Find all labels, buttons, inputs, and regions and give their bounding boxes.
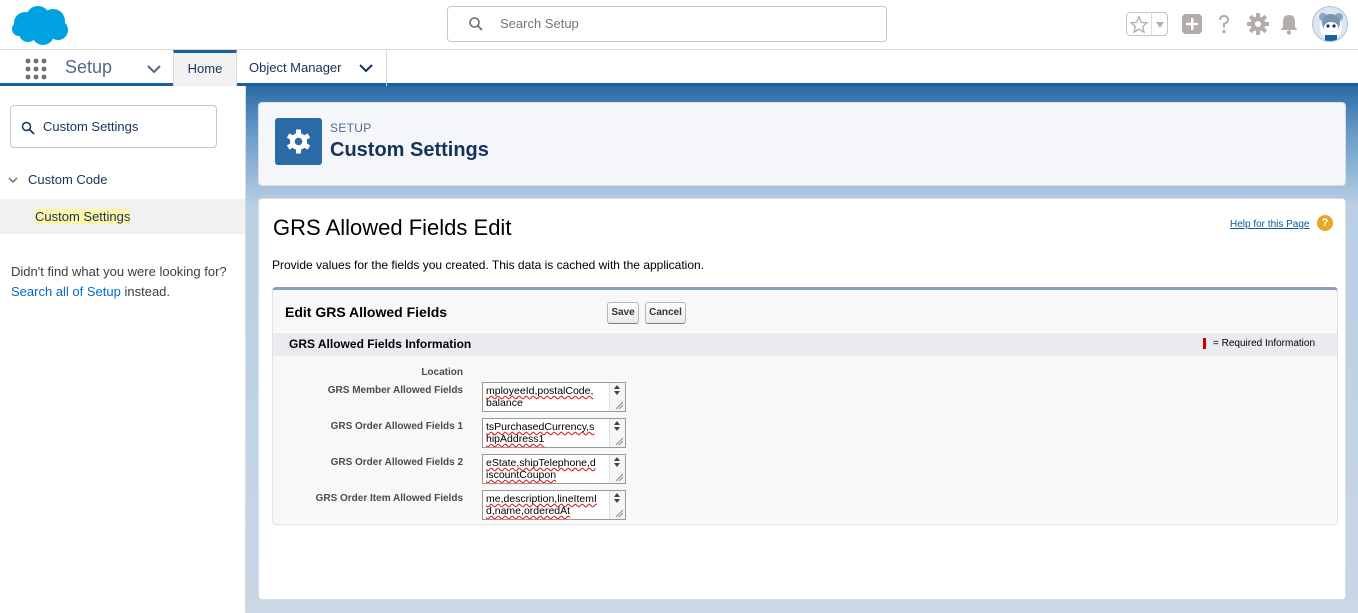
order-allowed-fields-2-textarea[interactable]: eState,shipTelephone,d iscountCoupon (482, 454, 626, 484)
textarea-content: me,description,lineItemI d,name,orderedA… (486, 493, 608, 517)
field-label-location: Location (421, 367, 463, 378)
star-icon (1129, 15, 1149, 34)
notifications-bell-icon[interactable] (1277, 12, 1301, 36)
salesforce-logo[interactable] (10, 5, 70, 47)
order-item-allowed-fields-textarea[interactable]: me,description,lineItemI d,name,orderedA… (482, 490, 626, 520)
textarea-content: eState,shipTelephone,d iscountCoupon (486, 457, 608, 481)
tab-object-manager-label: Object Manager (249, 60, 342, 75)
edit-page-title: GRS Allowed Fields Edit (273, 215, 512, 240)
tree-item-custom-code[interactable]: Custom Code (8, 172, 107, 187)
required-legend: = Required Information (1213, 338, 1316, 349)
field-label-order-allowed-1: GRS Order Allowed Fields 1 (330, 421, 463, 432)
help-question-icon[interactable]: ? (1317, 215, 1333, 231)
textarea-content: tsPurchasedCurrency,s hipAddress1 (486, 421, 608, 445)
app-name: Setup (65, 57, 113, 77)
chevron-down-icon[interactable] (359, 63, 373, 73)
page-title: Custom Settings (330, 139, 489, 161)
required-indicator (1203, 338, 1206, 349)
textarea-line: hipAddress1 (486, 433, 545, 445)
help-icon[interactable] (1212, 12, 1236, 36)
tree-item-label: Custom Settings (35, 209, 131, 224)
textarea-line: eState,shipTelephone,d (486, 457, 596, 469)
help-for-page-link[interactable]: Help for this Page (1230, 219, 1310, 230)
tree-item-custom-settings[interactable]: Custom Settings (0, 199, 245, 234)
field-label-order-item-allowed: GRS Order Item Allowed Fields (315, 493, 463, 504)
main-content: GRS Allowed Fields Edit Help for this Pa… (258, 198, 1346, 600)
favorites-button[interactable] (1126, 12, 1168, 36)
page-header: SETUP Custom Settings (258, 102, 1346, 186)
chevron-down-icon[interactable] (8, 175, 18, 185)
tab-home[interactable]: Home (173, 50, 237, 86)
cancel-button[interactable]: Cancel (645, 302, 686, 324)
field-label-member-allowed: GRS Member Allowed Fields (327, 385, 463, 396)
textarea-line: tsPurchasedCurrency,s (486, 421, 595, 433)
edit-page-block: Edit GRS Allowed Fields Save Cancel GRS … (272, 287, 1338, 525)
resize-handle-icon[interactable] (614, 472, 624, 482)
context-bar: Setup Home Object Manager (0, 50, 1358, 86)
textarea-line: balance (486, 397, 523, 409)
search-all-setup-link[interactable]: Search all of Setup (11, 284, 121, 299)
search-icon (21, 121, 35, 135)
order-allowed-fields-1-textarea[interactable]: tsPurchasedCurrency,s hipAddress1 (482, 418, 626, 448)
favorites-divider (1151, 13, 1152, 35)
gear-icon (286, 129, 311, 154)
page-eyebrow: SETUP (330, 121, 372, 135)
tree-item-label: Custom Code (28, 172, 108, 187)
page-description: Provide values for the fields you create… (272, 258, 705, 272)
page-block-title: Edit GRS Allowed Fields (285, 304, 448, 320)
textarea-line: me,description,lineItemI (486, 493, 597, 505)
chevron-down-icon[interactable] (1155, 21, 1165, 29)
section-title: GRS Allowed Fields Information (289, 337, 472, 351)
gear-icon[interactable] (1246, 12, 1270, 36)
textarea-line: mployeeId,postalCode, (486, 385, 594, 397)
not-found-suffix: instead. (124, 284, 171, 299)
setup-sidebar: Custom Settings Custom Code Custom Setti… (0, 86, 246, 613)
not-found-message: Didn't find what you were looking for? S… (11, 262, 231, 302)
section-header: GRS Allowed Fields Information = Require… (273, 332, 1337, 356)
textarea-line: d,name,orderedAt (486, 505, 571, 517)
user-avatar[interactable] (1312, 6, 1348, 42)
resize-handle-icon[interactable] (614, 508, 624, 518)
astro-avatar-icon (1319, 13, 1343, 41)
save-button[interactable]: Save (607, 302, 639, 324)
resize-handle-icon[interactable] (614, 436, 624, 446)
app-launcher-icon[interactable] (24, 57, 48, 81)
add-icon[interactable] (1180, 12, 1204, 36)
not-found-text: Didn't find what you were looking for? (11, 264, 227, 279)
custom-settings-icon (275, 118, 322, 165)
search-icon (469, 17, 483, 31)
quick-find-value: Custom Settings (43, 119, 139, 134)
quick-find-input[interactable]: Custom Settings (10, 105, 217, 148)
global-header (0, 0, 1358, 50)
textarea-content: mployeeId,postalCode, balance (486, 385, 608, 409)
member-allowed-fields-textarea[interactable]: mployeeId,postalCode, balance (482, 382, 626, 412)
chevron-down-icon[interactable] (146, 63, 162, 75)
field-label-order-allowed-2: GRS Order Allowed Fields 2 (330, 457, 463, 468)
textarea-line: iscountCoupon (486, 469, 557, 481)
tab-object-manager[interactable]: Object Manager (237, 50, 387, 86)
setup-search[interactable] (447, 6, 887, 42)
resize-handle-icon[interactable] (614, 400, 624, 410)
search-input[interactable] (500, 7, 870, 41)
